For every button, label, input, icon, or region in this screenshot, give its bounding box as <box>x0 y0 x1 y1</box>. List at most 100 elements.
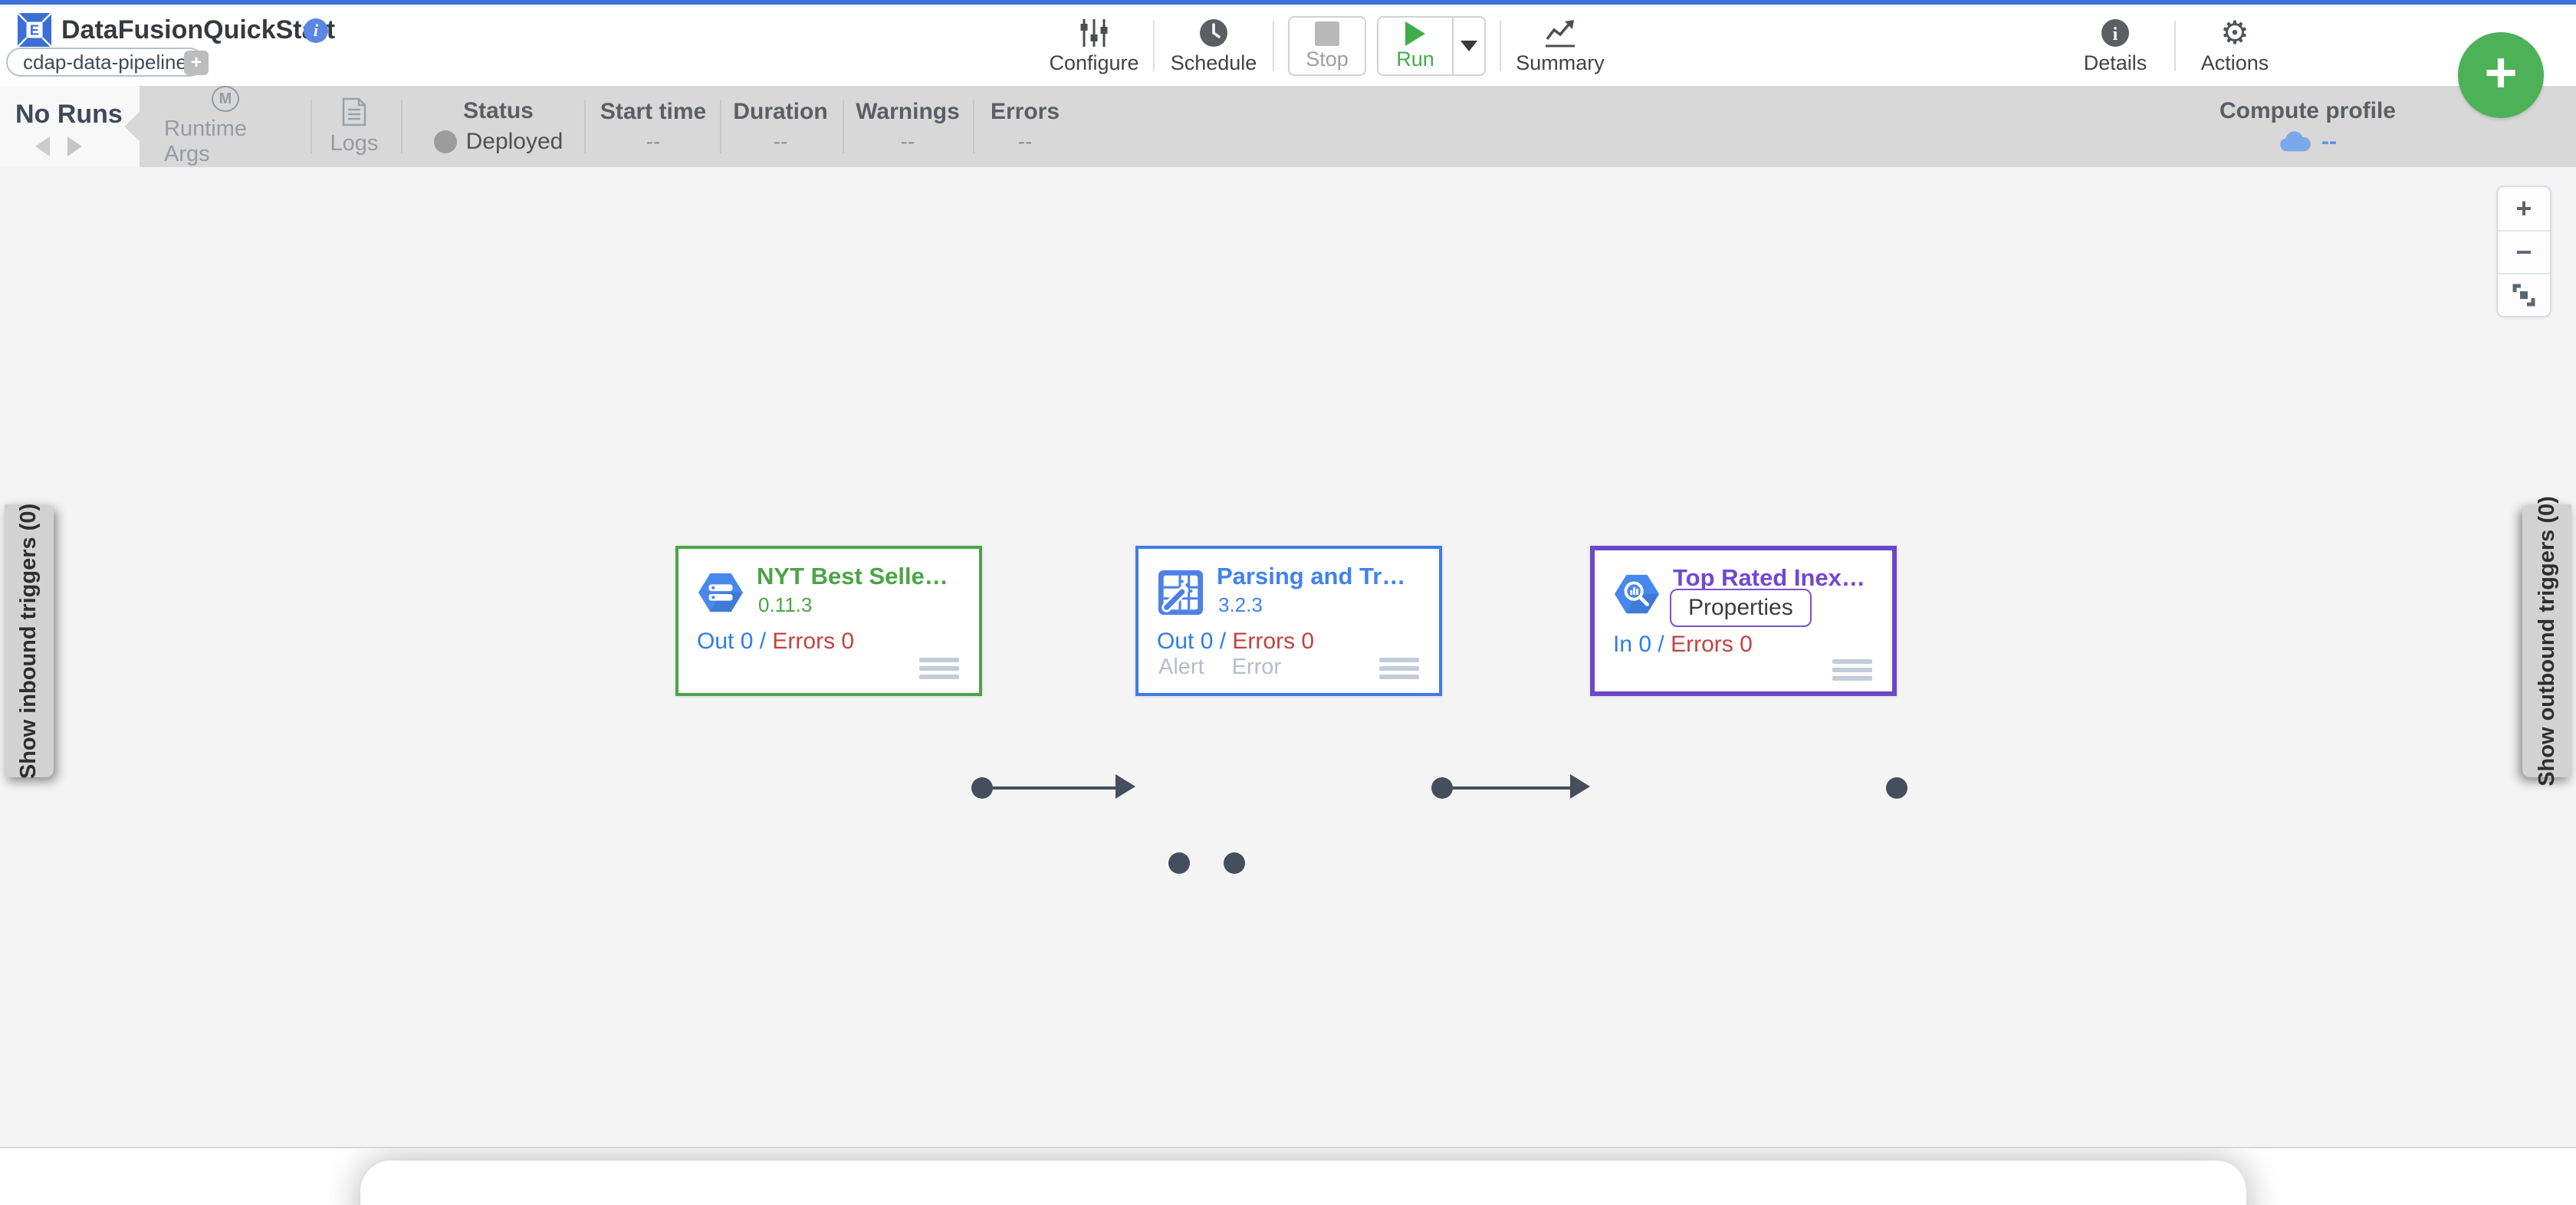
schedule-button[interactable]: Schedule <box>1168 18 1259 75</box>
storage-source-icon <box>698 573 744 612</box>
metric-separator: / <box>1658 632 1664 657</box>
configure-button[interactable]: Configure <box>1049 18 1139 75</box>
add-plugin-button[interactable]: + <box>2458 32 2544 118</box>
node-top-rated-sink[interactable]: Top Rated Inex… Properties In 0 / Errors… <box>1590 546 1897 696</box>
properties-button[interactable]: Properties <box>1670 589 1812 627</box>
edge-node2-node3 <box>1442 786 1570 790</box>
metric-separator: / <box>1219 629 1227 654</box>
fit-screen-icon <box>2512 284 2535 307</box>
node-metrics: Out 0 / Errors 0 <box>1157 629 1314 655</box>
edge-arrowhead-icon <box>1570 774 1590 799</box>
node2-output-port[interactable] <box>1431 777 1453 799</box>
actions-label: Actions <box>2200 51 2269 74</box>
next-run-button[interactable] <box>67 136 82 156</box>
errors-label: Errors <box>990 99 1060 124</box>
actions-button[interactable]: ⚙ Actions <box>2190 13 2280 75</box>
pipeline-info-icon[interactable]: i <box>304 18 328 43</box>
node-parsing-transform[interactable]: Parsing and Tr… 3.2.3 Out 0 / Errors 0 A… <box>1135 546 1442 696</box>
inbound-triggers-tab[interactable]: Show inbound triggers (0) <box>5 503 54 779</box>
node-version: 0.11.3 <box>758 593 813 616</box>
outbound-triggers-label: Show outbound triggers (0) <box>2534 495 2559 786</box>
node2-alert-port[interactable] <box>1168 852 1190 874</box>
run-navigation-flag: No Runs <box>0 86 140 167</box>
node-metrics: Out 0 / Errors 0 <box>697 629 854 655</box>
pipeline-type-tag: cdap-data-pipeline <box>6 48 204 77</box>
stop-label: Stop <box>1306 47 1349 71</box>
status-value-row: Deployed <box>433 129 563 155</box>
errors-column: Errors -- <box>964 86 1086 167</box>
errors-metric[interactable]: Errors 0 <box>1232 629 1314 654</box>
details-label: Details <box>2083 51 2147 74</box>
node1-output-port[interactable] <box>971 777 993 799</box>
warnings-value: -- <box>900 130 915 153</box>
out-metric[interactable]: Out 0 <box>697 629 753 654</box>
in-metric[interactable]: In 0 <box>1613 632 1651 657</box>
logs-label: Logs <box>330 130 379 156</box>
clock-icon <box>1200 18 1227 47</box>
run-button[interactable]: Run <box>1378 18 1452 74</box>
details-button[interactable]: i Details <box>2070 18 2160 75</box>
error-port-label: Error <box>1231 655 1282 679</box>
status-dot-icon <box>433 130 457 153</box>
errors-metric[interactable]: Errors 0 <box>1671 632 1753 657</box>
logs-button[interactable]: Logs <box>316 86 393 167</box>
node-nyt-best-sellers[interactable]: NYT Best Selle… 0.11.3 Out 0 / Errors 0 <box>675 546 982 696</box>
start-time-label: Start time <box>600 99 707 124</box>
zoom-out-button[interactable]: − <box>2498 230 2550 273</box>
wrangler-transform-icon <box>1158 570 1204 616</box>
node-menu-button[interactable] <box>1832 659 1872 681</box>
previous-run-button[interactable] <box>35 136 50 156</box>
runtime-args-button[interactable]: M Runtime Args <box>164 86 287 167</box>
node-title: Top Rated Inex… <box>1673 564 1865 591</box>
runbar-separator <box>584 100 586 153</box>
node-menu-button[interactable] <box>919 658 959 679</box>
runtime-args-label: Runtime Args <box>164 117 247 166</box>
bigquery-sink-icon <box>1614 574 1660 614</box>
bottom-panel-edge <box>0 1147 2576 1205</box>
compute-profile-value: -- <box>2321 129 2337 154</box>
gear-icon: ⚙ <box>2220 13 2249 51</box>
compute-profile-label: Compute profile <box>2220 98 2396 123</box>
play-icon <box>1405 21 1425 46</box>
bottom-panel-shadow <box>360 1161 2246 1205</box>
errors-value: -- <box>1017 130 1033 153</box>
node-metrics: In 0 / Errors 0 <box>1613 632 1753 658</box>
add-tag-button[interactable]: + <box>184 51 209 75</box>
run-options-dropdown[interactable] <box>1452 18 1484 74</box>
plus-icon: + <box>2484 41 2518 104</box>
warnings-column: Warnings -- <box>846 86 969 167</box>
stop-button[interactable]: Stop <box>1288 16 1366 76</box>
fit-to-screen-button[interactable] <box>2498 273 2550 316</box>
compute-profile-block[interactable]: Compute profile -- <box>2216 86 2400 167</box>
zoom-in-button[interactable]: + <box>2498 187 2550 230</box>
schedule-label: Schedule <box>1170 51 1257 74</box>
warnings-label: Warnings <box>856 99 960 124</box>
summary-button[interactable]: Summary <box>1515 18 1605 75</box>
inbound-triggers-label: Show inbound triggers (0) <box>16 503 41 779</box>
pipeline-toolbar: Configure Schedule Stop Run Summary <box>1049 11 1605 81</box>
outbound-triggers-tab[interactable]: Show outbound triggers (0) <box>2522 496 2571 786</box>
edge-node1-node2 <box>982 786 1116 790</box>
out-metric[interactable]: Out 0 <box>1157 629 1213 654</box>
node2-error-port[interactable] <box>1224 852 1245 874</box>
macro-icon: M <box>212 86 239 112</box>
pipeline-logo-icon: E <box>17 12 52 48</box>
node3-output-port[interactable] <box>1886 777 1907 799</box>
document-icon <box>342 97 366 126</box>
info-icon: i <box>2101 18 2129 47</box>
status-block: Status Deployed <box>429 86 567 167</box>
toolbar-separator <box>1500 21 1501 71</box>
runbar-separator <box>843 100 844 153</box>
node-title: NYT Best Selle… <box>757 563 948 589</box>
runbar-separator <box>310 100 312 153</box>
run-level-bar: No Runs M Runtime Args Logs Status Deplo… <box>0 86 2576 167</box>
svg-text:i: i <box>2113 25 2118 44</box>
run-label: Run <box>1396 47 1434 71</box>
metric-separator: / <box>759 629 767 654</box>
node-port-labels: Alert Error <box>1158 655 1281 680</box>
chart-line-icon <box>1546 19 1575 47</box>
node-menu-button[interactable] <box>1379 658 1419 679</box>
edge-arrowhead-icon <box>1116 774 1135 799</box>
pipeline-canvas[interactable]: + − Show inbound triggers (0) Show outbo… <box>0 167 2576 1147</box>
errors-metric[interactable]: Errors 0 <box>772 629 854 654</box>
